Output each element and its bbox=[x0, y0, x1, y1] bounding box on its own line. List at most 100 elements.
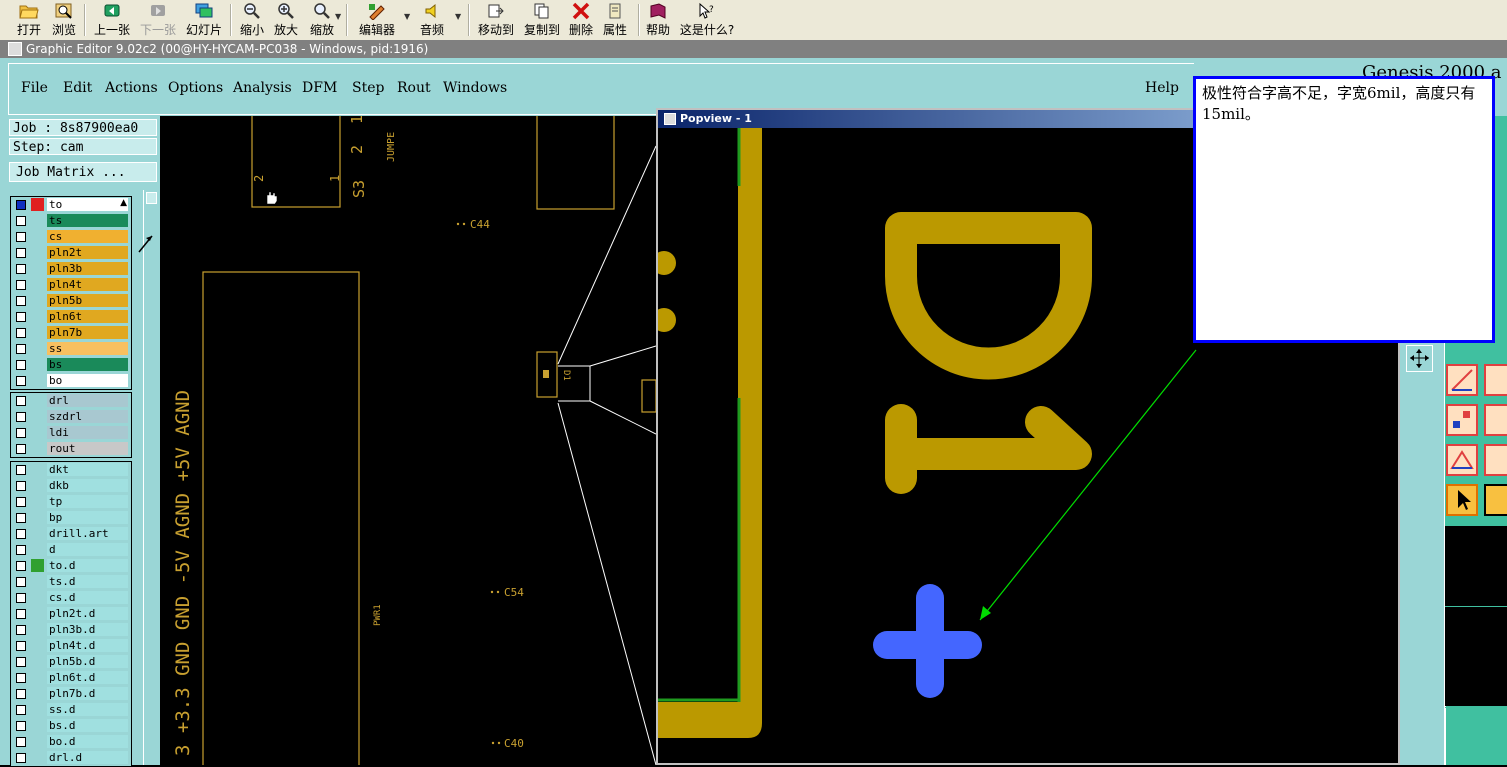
layer-name[interactable]: ts.d bbox=[47, 575, 128, 588]
layer-row-d[interactable]: d bbox=[11, 542, 131, 558]
layer-checkbox[interactable] bbox=[16, 444, 26, 454]
graphics-canvas[interactable]: C44 C54 C40 2 1 2 1 S3 JUMPE PWR1 3 +3.3… bbox=[160, 116, 656, 765]
layer-checkbox[interactable] bbox=[16, 641, 26, 651]
layer-row-cs-d[interactable]: cs.d bbox=[11, 590, 131, 606]
layer-row-pln6t-d[interactable]: pln6t.d bbox=[11, 670, 131, 686]
layer-row-ss[interactable]: ss bbox=[11, 341, 131, 357]
layer-row-pln2t-d[interactable]: pln2t.d bbox=[11, 606, 131, 622]
layer-name[interactable]: tp bbox=[47, 495, 128, 508]
previous-button[interactable]: 上一张 bbox=[90, 0, 134, 40]
layer-row-ldi[interactable]: ldi bbox=[11, 425, 131, 441]
menu-rout[interactable]: Rout bbox=[397, 80, 431, 96]
layer-name[interactable]: drl.d bbox=[47, 751, 128, 764]
layer-row-pln2t[interactable]: pln2t bbox=[11, 245, 131, 261]
copy-to-button[interactable]: 复制到 bbox=[522, 0, 562, 40]
layer-checkbox[interactable] bbox=[16, 376, 26, 386]
layer-checkbox[interactable] bbox=[16, 328, 26, 338]
add-pad-2-icon[interactable] bbox=[1484, 404, 1507, 436]
layer-name[interactable]: dkt bbox=[47, 463, 128, 476]
layer-checkbox[interactable] bbox=[16, 296, 26, 306]
audio-button[interactable]: 音频 bbox=[416, 0, 448, 40]
layer-name[interactable]: bo.d bbox=[47, 735, 128, 748]
layer-checkbox[interactable] bbox=[16, 248, 26, 258]
layer-row-to[interactable]: to ▲ bbox=[11, 197, 131, 213]
layer-name[interactable]: pln7b.d bbox=[47, 687, 128, 700]
layer-row-pln6t[interactable]: pln6t bbox=[11, 309, 131, 325]
layer-row-rout[interactable]: rout bbox=[11, 441, 131, 457]
layer-panel-scrollbar[interactable] bbox=[143, 190, 158, 765]
layer-row-cs[interactable]: cs bbox=[11, 229, 131, 245]
layer-name[interactable]: cs.d bbox=[47, 591, 128, 604]
layer-row-pln5b-d[interactable]: pln5b.d bbox=[11, 654, 131, 670]
layer-row-pln4t[interactable]: pln4t bbox=[11, 277, 131, 293]
move-to-button[interactable]: 移动到 bbox=[476, 0, 516, 40]
layer-row-pln4t-d[interactable]: pln4t.d bbox=[11, 638, 131, 654]
zoom-dropdown-icon[interactable]: ▼ bbox=[335, 12, 341, 21]
layer-checkbox[interactable] bbox=[16, 465, 26, 475]
editor-button[interactable]: 编辑器 bbox=[354, 0, 400, 40]
layer-row-dkb[interactable]: dkb bbox=[11, 478, 131, 494]
audio-dropdown-icon[interactable]: ▼ bbox=[455, 12, 461, 21]
layer-row-pln7b[interactable]: pln7b bbox=[11, 325, 131, 341]
menu-options[interactable]: Options bbox=[168, 80, 223, 96]
layer-name[interactable]: cs bbox=[47, 230, 128, 243]
menu-analysis[interactable]: Analysis bbox=[233, 80, 292, 96]
layer-name[interactable]: bp bbox=[47, 511, 128, 524]
pan-icon[interactable] bbox=[1406, 345, 1433, 372]
whats-this-button[interactable]: ? 这是什么? bbox=[678, 0, 736, 40]
layer-row-to-d[interactable]: to.d bbox=[11, 558, 131, 574]
layer-name[interactable]: pln4t.d bbox=[47, 639, 128, 652]
menu-edit[interactable]: Edit bbox=[63, 80, 92, 96]
layer-name[interactable]: pln6t.d bbox=[47, 671, 128, 684]
layer-name[interactable]: pln2t.d bbox=[47, 607, 128, 620]
layer-row-drill-art[interactable]: drill.art bbox=[11, 526, 131, 542]
menu-help[interactable]: Help bbox=[1145, 80, 1179, 96]
layer-name[interactable]: ss bbox=[47, 342, 128, 355]
layer-checkbox[interactable] bbox=[16, 625, 26, 635]
layer-checkbox[interactable] bbox=[16, 577, 26, 587]
layer-row-ts[interactable]: ts bbox=[11, 213, 131, 229]
layer-checkbox[interactable] bbox=[16, 497, 26, 507]
layer-checkbox[interactable] bbox=[16, 593, 26, 603]
layer-row-bo-d[interactable]: bo.d bbox=[11, 734, 131, 750]
layer-checkbox[interactable] bbox=[16, 428, 26, 438]
scroll-up-icon[interactable] bbox=[146, 192, 157, 204]
layer-checkbox[interactable] bbox=[16, 280, 26, 290]
layer-name[interactable]: pln5b.d bbox=[47, 655, 128, 668]
slideshow-button[interactable]: 幻灯片 bbox=[182, 0, 226, 40]
layer-name[interactable]: ts bbox=[47, 214, 128, 227]
layer-checkbox[interactable] bbox=[16, 529, 26, 539]
layer-checkbox[interactable] bbox=[16, 312, 26, 322]
layer-name[interactable]: ldi bbox=[47, 426, 128, 439]
draw-polygon-2-icon[interactable] bbox=[1484, 444, 1507, 476]
layer-checkbox[interactable] bbox=[16, 721, 26, 731]
editor-dropdown-icon[interactable]: ▼ bbox=[404, 12, 410, 21]
browse-button[interactable]: 浏览 bbox=[48, 0, 80, 40]
layer-checkbox[interactable] bbox=[16, 657, 26, 667]
draw-polygon-icon[interactable] bbox=[1446, 444, 1478, 476]
next-button[interactable]: 下一张 bbox=[136, 0, 180, 40]
layer-name[interactable]: to.d bbox=[47, 559, 128, 572]
layer-name[interactable]: szdrl bbox=[47, 410, 128, 423]
layer-name[interactable]: pln6t bbox=[47, 310, 128, 323]
layer-name[interactable]: drl bbox=[47, 394, 128, 407]
layer-row-drl-d[interactable]: drl.d bbox=[11, 750, 131, 766]
layer-row-pln5b[interactable]: pln5b bbox=[11, 293, 131, 309]
layer-checkbox[interactable] bbox=[16, 344, 26, 354]
help-button[interactable]: 帮助 bbox=[642, 0, 674, 40]
layer-row-bo[interactable]: bo bbox=[11, 373, 131, 389]
menu-step[interactable]: Step bbox=[352, 80, 384, 96]
layer-name[interactable]: bo bbox=[47, 374, 128, 387]
layer-row-drl[interactable]: drl bbox=[11, 393, 131, 409]
layer-name[interactable]: pln5b bbox=[47, 294, 128, 307]
zoom-in-button[interactable]: 放大 bbox=[270, 0, 302, 40]
layer-name[interactable]: d bbox=[47, 543, 128, 556]
layer-checkbox[interactable] bbox=[16, 673, 26, 683]
layer-row-tp[interactable]: tp bbox=[11, 494, 131, 510]
layer-checkbox[interactable] bbox=[16, 264, 26, 274]
layer-checkbox[interactable] bbox=[16, 396, 26, 406]
layer-checkbox[interactable] bbox=[16, 216, 26, 226]
layer-name[interactable]: drill.art bbox=[47, 527, 128, 540]
layer-row-ss-d[interactable]: ss.d bbox=[11, 702, 131, 718]
layer-checkbox[interactable] bbox=[16, 689, 26, 699]
